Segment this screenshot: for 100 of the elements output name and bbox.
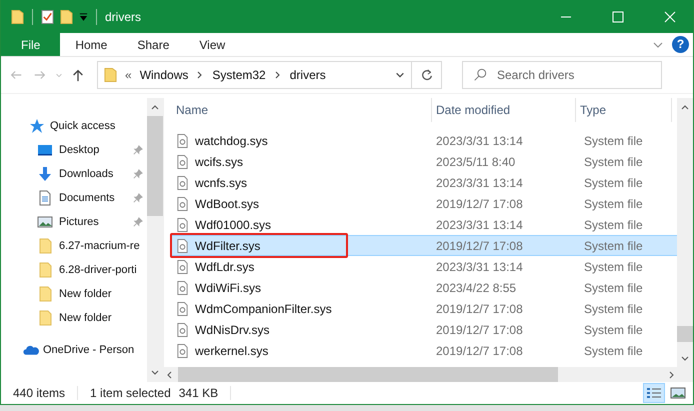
sidebar-label: OneDrive - Person <box>43 344 134 356</box>
window-title: drivers <box>105 10 142 24</box>
file-row[interactable]: Wdf01000.sys 2023/3/31 13:14 System file <box>172 214 677 235</box>
sidebar-item[interactable]: 6.28-driver-porti <box>1 258 147 282</box>
type-cell-text: System file <box>583 260 644 274</box>
selection-info: 1 item selected <box>90 386 171 400</box>
sidebar-item[interactable]: Desktop <box>1 138 147 162</box>
pin-icon[interactable] <box>133 145 143 155</box>
dropdown-icon[interactable] <box>79 12 88 21</box>
refresh-icon <box>420 68 434 82</box>
details-view-button[interactable] <box>643 383 665 403</box>
date-cell-text: 2019/12/7 17:08 <box>435 344 524 358</box>
date-cell-text: 2023/3/31 13:14 <box>435 134 524 148</box>
column-header[interactable]: Date modified <box>432 98 576 122</box>
column-header[interactable]: Name <box>172 98 432 122</box>
sidebar-label: 6.27-macrium-re <box>59 240 140 252</box>
system-file-icon <box>176 300 189 316</box>
file-row[interactable]: WdFilter.sys 2019/12/7 17:08 System file <box>172 235 677 256</box>
back-arrow-icon[interactable] <box>9 68 23 82</box>
file-row[interactable]: watchdog.sys 2023/3/31 13:14 System file <box>172 130 677 151</box>
file-row[interactable]: werkernel.sys 2019/12/7 17:08 System file <box>172 340 677 361</box>
address-bar[interactable]: « Windows System32 drivers <box>97 61 412 89</box>
type-cell-text: System file <box>583 134 644 148</box>
search-field[interactable]: Search drivers <box>462 61 662 89</box>
sidebar-label: New folder <box>59 312 112 324</box>
type-cell-text: System file <box>583 302 644 316</box>
chevron-down-icon[interactable] <box>395 70 405 80</box>
sidebar-item[interactable]: Quick access <box>1 114 147 138</box>
chevron-right-icon[interactable] <box>196 71 204 79</box>
date-cell-text: 2019/12/7 17:08 <box>435 302 524 316</box>
file-row[interactable]: WdBoot.sys 2019/12/7 17:08 System file <box>172 193 677 214</box>
file-name: WdBoot.sys <box>195 196 260 210</box>
folder-icon[interactable] <box>11 8 24 24</box>
type-cell-text: System file <box>583 322 644 336</box>
chevron-right-icon[interactable] <box>274 71 282 79</box>
type-cell-text: System file <box>583 280 644 294</box>
pin-icon[interactable] <box>133 193 143 203</box>
sidebar-item[interactable]: New folder <box>1 282 147 306</box>
system-file-icon <box>176 132 189 148</box>
refresh-button[interactable] <box>412 61 442 89</box>
pin-icon[interactable] <box>133 169 143 179</box>
pin-icon[interactable] <box>133 217 143 227</box>
file-row[interactable]: WdmCompanionFilter.sys 2019/12/7 17:08 System file <box>172 298 677 319</box>
star-icon <box>29 118 45 134</box>
file-row[interactable]: wcifs.sys 2023/5/11 8:40 System file <box>172 151 677 172</box>
type-cell-text: System file <box>583 154 644 168</box>
file-name: WdfLdr.sys <box>195 260 254 274</box>
date-cell-text: 2023/5/11 8:40 <box>435 154 516 168</box>
system-file-icon <box>176 196 189 212</box>
file-row[interactable]: WdNisDrv.sys 2019/12/7 17:08 System file <box>172 319 677 340</box>
scrollbar[interactable] <box>147 98 163 382</box>
sidebar-item[interactable]: Documents <box>1 186 147 210</box>
type-cell-text: System file <box>583 218 644 232</box>
breadcrumb[interactable]: System32 <box>212 68 266 82</box>
date-cell-text: 2019/12/7 17:08 <box>435 238 524 252</box>
system-file-icon <box>176 342 189 358</box>
up-arrow-icon[interactable] <box>71 68 85 82</box>
sidebar-label: Downloads <box>59 168 114 180</box>
file-name: wcnfs.sys <box>195 176 248 190</box>
scrollbar[interactable] <box>677 98 693 382</box>
breadcrumb[interactable]: Windows <box>140 68 188 82</box>
type-cell-text: System file <box>583 176 644 190</box>
sidebar-item[interactable]: Downloads <box>1 162 147 186</box>
date-cell-text: 2023/4/22 8:55 <box>435 280 518 294</box>
file-row[interactable]: wcnfs.sys 2023/3/31 13:14 System file <box>172 172 677 193</box>
file-name: WdNisDrv.sys <box>195 322 270 336</box>
file-name: WdFilter.sys <box>195 238 260 252</box>
type-cell-text: System file <box>583 196 644 210</box>
system-file-icon <box>176 216 189 232</box>
sidebar-label: Quick access <box>50 120 116 132</box>
scrollbar-thumb[interactable] <box>178 367 558 382</box>
sidebar-label: Pictures <box>59 216 99 228</box>
scrollbar-thumb[interactable] <box>147 116 163 216</box>
forward-arrow-icon[interactable] <box>33 68 47 82</box>
sidebar-label: 6.28-driver-porti <box>59 264 137 276</box>
file-tab[interactable]: File <box>1 33 60 56</box>
system-file-icon <box>176 280 189 296</box>
sidebar-item[interactable]: Pictures <box>1 210 147 234</box>
scrollbar-thumb[interactable] <box>677 326 693 342</box>
file-name: WdmCompanionFilter.sys <box>195 302 332 316</box>
type-cell-text: System file <box>583 238 644 252</box>
sidebar-item[interactable]: 6.27-macrium-re <box>1 234 147 258</box>
help-button[interactable]: ? <box>672 36 689 53</box>
date-cell-text: 2023/3/31 13:14 <box>435 176 524 190</box>
system-file-icon <box>176 258 189 274</box>
sidebar-item[interactable]: New folder <box>1 306 147 330</box>
file-row[interactable]: WdiWiFi.sys 2023/4/22 8:55 System file <box>172 277 677 298</box>
file-row[interactable]: WdfLdr.sys 2023/3/31 13:14 System file <box>172 256 677 277</box>
checklist-icon[interactable] <box>41 8 54 24</box>
column-header[interactable]: Type <box>576 98 672 122</box>
chevron-icon[interactable] <box>55 71 63 79</box>
overflow-chevron[interactable]: « <box>125 68 132 82</box>
breadcrumb[interactable]: drivers <box>290 68 326 82</box>
system-file-icon <box>176 174 189 190</box>
folder-icon <box>37 310 53 326</box>
folder-icon[interactable] <box>60 8 73 24</box>
search-icon <box>473 68 487 82</box>
picture-icon <box>37 214 53 230</box>
sidebar-item[interactable]: OneDrive - Person <box>1 338 147 362</box>
selection-size: 341 KB <box>178 386 218 400</box>
